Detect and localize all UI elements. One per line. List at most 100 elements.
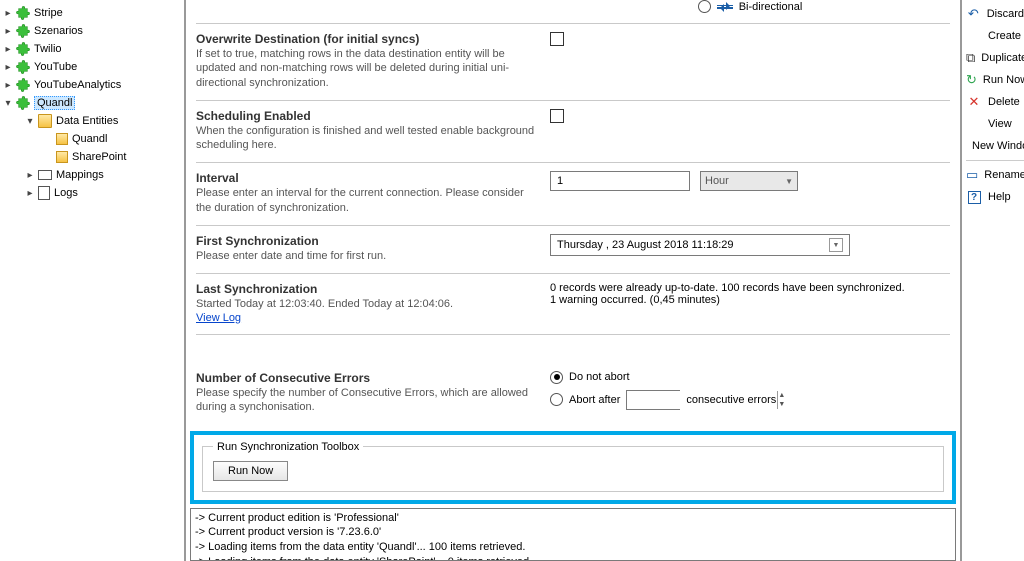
abort-after-radio[interactable]: Abort after ▲▼ consecutive errors <box>550 390 776 410</box>
tree-item-quandl[interactable]: ▾ Quandl <box>2 94 182 112</box>
action-help[interactable]: ? Help <box>966 186 1024 208</box>
chevron-right-icon[interactable]: ▸ <box>2 43 14 55</box>
spin-down[interactable]: ▼ <box>777 400 785 409</box>
puzzle-icon <box>16 96 30 110</box>
abort-count-spinner[interactable]: ▲▼ <box>626 390 680 410</box>
radio-label: Do not abort <box>569 371 630 383</box>
help-icon: ? <box>966 189 982 205</box>
blank-icon <box>966 116 982 132</box>
chevron-right-icon[interactable]: ▸ <box>2 61 14 73</box>
log-line: -> Loading items from the data entity 'S… <box>195 555 951 561</box>
radio-icon <box>698 0 711 13</box>
action-delete[interactable]: ✕ Delete <box>966 91 1024 113</box>
first-sync-date[interactable]: Thursday , 23 August 2018 11:18:29 ▼ <box>550 234 850 256</box>
tree-item-entity[interactable]: SharePoint <box>2 148 182 166</box>
log-line: -> Current product edition is 'Professio… <box>195 511 951 526</box>
first-sync-row: First Synchronization Please enter date … <box>196 226 950 274</box>
tree-item[interactable]: ▸ Twilio <box>2 40 182 58</box>
log-line: -> Current product version is '7.23.6.0' <box>195 525 951 540</box>
overwrite-checkbox[interactable] <box>550 32 564 46</box>
separator <box>966 160 1024 161</box>
setting-title: Last Synchronization <box>196 282 536 296</box>
tree-item-logs[interactable]: ▸ Logs <box>2 184 182 202</box>
tree-label: Quandl <box>34 96 75 110</box>
radio-icon <box>550 371 563 384</box>
action-create[interactable]: Create <box>966 25 1024 47</box>
puzzle-icon <box>16 42 30 56</box>
spin-up[interactable]: ▲ <box>777 391 785 400</box>
action-discard[interactable]: ↶ Discard <box>966 3 1024 25</box>
main-content: Bi-directional Overwrite Destination (fo… <box>184 0 962 561</box>
refresh-icon: ↻ <box>966 72 977 88</box>
chevron-right-icon[interactable]: ▸ <box>24 169 36 181</box>
action-label: View <box>988 118 1012 130</box>
chevron-right-icon[interactable]: ▸ <box>2 79 14 91</box>
chevron-right-icon[interactable]: ▸ <box>24 187 36 199</box>
setting-title: Number of Consecutive Errors <box>196 371 536 385</box>
setting-desc: If set to true, matching rows in the dat… <box>196 47 536 90</box>
action-label: Help <box>988 191 1011 203</box>
action-new-window[interactable]: New Window <box>966 135 1024 157</box>
action-rename[interactable]: ▭ Rename <box>966 164 1024 186</box>
tree-item[interactable]: ▸ YouTubeAnalytics <box>2 76 182 94</box>
radio-label-prefix: Abort after <box>569 394 620 406</box>
blank-icon <box>966 28 982 44</box>
do-not-abort-radio[interactable]: Do not abort <box>550 371 630 384</box>
tree-item[interactable]: ▸ YouTube <box>2 58 182 76</box>
tree-item[interactable]: ▸ Stripe <box>2 4 182 22</box>
tree-label: Logs <box>54 187 78 199</box>
run-now-button[interactable]: Run Now <box>213 461 288 481</box>
interval-input[interactable] <box>551 175 705 187</box>
view-log-link[interactable]: View Log <box>196 312 241 324</box>
entity-icon <box>56 133 68 145</box>
action-label: Create <box>988 30 1021 42</box>
bidirectional-radio[interactable]: Bi-directional <box>698 0 803 13</box>
rename-icon: ▭ <box>966 167 978 183</box>
interval-unit-combo[interactable]: Hour ▼ <box>700 171 798 191</box>
date-value: Thursday , 23 August 2018 11:18:29 <box>557 239 734 251</box>
action-view[interactable]: View <box>966 113 1024 135</box>
log-output[interactable]: -> Current product edition is 'Professio… <box>190 508 956 561</box>
tree-label: Mappings <box>56 169 104 181</box>
last-sync-row: Last Synchronization Started Today at 12… <box>196 274 950 334</box>
tree-item[interactable]: ▸ Szenarios <box>2 22 182 40</box>
chevron-down-icon[interactable]: ▾ <box>24 115 36 127</box>
puzzle-icon <box>16 78 30 92</box>
app-root: ▸ Stripe ▸ Szenarios ▸ Twilio ▸ YouTube … <box>0 0 1024 561</box>
fieldset-legend: Run Synchronization Toolbox <box>213 441 363 453</box>
interval-row: Interval Please enter an interval for th… <box>196 163 950 226</box>
tree-item-mappings[interactable]: ▸ Mappings <box>2 166 182 184</box>
interval-spinner[interactable]: ▲▼ <box>550 171 690 191</box>
setting-title: Interval <box>196 171 536 185</box>
settings-panel: Bi-directional Overwrite Destination (fo… <box>186 0 960 425</box>
action-runnow[interactable]: ↻ Run Now <box>966 69 1024 91</box>
chevron-right-icon[interactable]: ▸ <box>2 7 14 19</box>
tree-label: Szenarios <box>34 25 83 37</box>
action-label: New Window <box>972 140 1024 152</box>
chevron-right-icon[interactable]: ▸ <box>2 25 14 37</box>
folder-icon <box>38 114 52 128</box>
calendar-dropdown-icon[interactable]: ▼ <box>829 238 843 252</box>
setting-title: Overwrite Destination (for initial syncs… <box>196 32 536 46</box>
tree-item-data-entities[interactable]: ▾ Data Entities <box>2 112 182 130</box>
copy-icon: ⧉ <box>966 50 975 66</box>
tree-item-entity[interactable]: Quandl <box>2 130 182 148</box>
setting-desc: Please specify the number of Consecutive… <box>196 386 536 415</box>
puzzle-icon <box>16 60 30 74</box>
scheduling-checkbox[interactable] <box>550 109 564 123</box>
action-label: Run Now <box>983 74 1024 86</box>
radio-label-suffix: consecutive errors <box>686 394 776 406</box>
last-sync-result: 0 records were already up-to-date. 100 r… <box>550 282 910 306</box>
action-duplicate[interactable]: ⧉ Duplicate <box>966 47 1024 69</box>
tree-label: Twilio <box>34 43 62 55</box>
radio-icon <box>550 393 563 406</box>
scheduling-row: Scheduling Enabled When the configuratio… <box>196 101 950 164</box>
delete-icon: ✕ <box>966 94 982 110</box>
combo-value: Hour <box>705 175 729 187</box>
chevron-down-icon[interactable]: ▾ <box>2 97 14 109</box>
puzzle-icon <box>16 24 30 38</box>
puzzle-icon <box>16 6 30 20</box>
setting-desc: When the configuration is finished and w… <box>196 124 536 153</box>
overwrite-row: Overwrite Destination (for initial syncs… <box>196 24 950 101</box>
nav-tree: ▸ Stripe ▸ Szenarios ▸ Twilio ▸ YouTube … <box>0 0 184 561</box>
